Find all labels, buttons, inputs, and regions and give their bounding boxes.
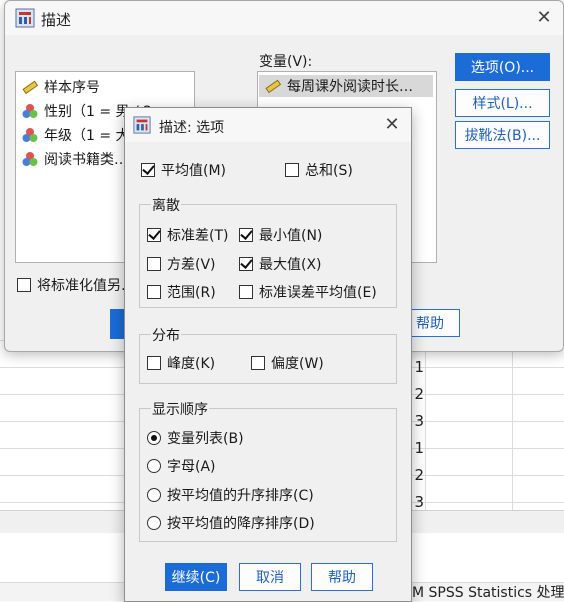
dialog-title: 描述: 选项 [159,120,225,136]
options-dialog: 描述: 选项 ✕ 平均值(M) 总和(S) 离散 标准差(T) 最小值(N) 方… [124,107,412,602]
order-descending-mean-radio-row[interactable]: 按平均值的降序排序(D) [147,513,315,533]
order-variable-list-radio[interactable] [147,431,161,445]
radio-label: 字母(A) [167,459,216,475]
std-checkbox-row[interactable]: 标准差(T) [147,225,228,245]
target-list-label: 变量(V): [259,54,313,70]
order-descending-mean-radio[interactable] [147,516,161,530]
nominal-icon [22,128,38,142]
sum-checkbox-row[interactable]: 总和(S) [285,160,353,180]
style-button[interactable]: 样式(L)... [455,89,550,117]
skewness-label: 偏度(W) [271,356,324,372]
grid-column-line [512,340,513,510]
nominal-icon [22,152,38,166]
skewness-checkbox-row[interactable]: 偏度(W) [251,353,324,373]
mean-checkbox[interactable] [141,163,155,177]
range-checkbox[interactable] [147,285,161,299]
kurtosis-checkbox-row[interactable]: 峰度(K) [147,353,215,373]
min-checkbox-row[interactable]: 最小值(N) [239,225,322,245]
bootstrap-button[interactable]: 拔靴法(B)... [455,121,550,149]
max-checkbox[interactable] [239,257,253,271]
group-title: 显示顺序 [151,399,209,419]
spss-dialog-icon [133,116,151,134]
max-label: 最大值(X) [259,257,322,273]
list-item[interactable]: 每周课外阅读时长… [259,75,433,97]
standardize-checkbox-row[interactable]: 将标准化值另… [17,275,135,295]
order-variable-list-radio-row[interactable]: 变量列表(B) [147,428,244,448]
min-checkbox[interactable] [239,228,253,242]
list-item[interactable]: 阅读书籍类… [22,148,128,170]
close-icon[interactable]: ✕ [381,114,403,136]
mean-label: 平均值(M) [161,163,227,179]
options-button[interactable]: 选项(O)... [455,53,550,81]
variance-label: 方差(V) [167,257,216,273]
group-title: 离散 [151,195,181,215]
standardize-label: 将标准化值另… [37,278,135,294]
group-title: 分布 [151,325,181,345]
help-button[interactable]: 帮助 [311,563,373,591]
variance-checkbox[interactable] [147,257,161,271]
standardize-checkbox[interactable] [17,278,31,292]
se-mean-checkbox[interactable] [239,285,253,299]
grid-column-line [425,340,426,510]
variance-checkbox-row[interactable]: 方差(V) [147,254,216,274]
list-item[interactable]: 样本序号 [22,76,100,98]
range-label: 范围(R) [167,285,216,301]
dialog-titlebar: 描述: 选项 ✕ [125,108,411,142]
order-alphabetic-radio[interactable] [147,459,161,473]
kurtosis-label: 峰度(K) [167,356,216,372]
kurtosis-checkbox[interactable] [147,356,161,370]
order-ascending-mean-radio-row[interactable]: 按平均值的升序排序(C) [147,485,314,505]
std-label: 标准差(T) [167,228,229,244]
spss-dialog-icon [15,8,35,28]
sum-label: 总和(S) [305,163,353,179]
dialog-title: 描述 [41,11,72,29]
ruler-icon [265,79,281,94]
continue-button[interactable]: 继续(C) [165,563,227,591]
close-icon[interactable]: ✕ [533,7,555,29]
order-alphabetic-radio-row[interactable]: 字母(A) [147,456,216,476]
nominal-icon [22,104,38,118]
se-mean-label: 标准误差平均值(E) [259,285,377,301]
max-checkbox-row[interactable]: 最大值(X) [239,254,322,274]
min-label: 最小值(N) [259,228,323,244]
skewness-checkbox[interactable] [251,356,265,370]
cancel-button[interactable]: 取消 [239,563,301,591]
dialog-titlebar: 描述 ✕ [5,1,563,35]
radio-label: 按平均值的降序排序(D) [167,516,315,532]
se-mean-checkbox-row[interactable]: 标准误差平均值(E) [239,282,377,302]
radio-label: 变量列表(B) [167,431,244,447]
range-checkbox-row[interactable]: 范围(R) [147,282,216,302]
mean-checkbox-row[interactable]: 平均值(M) [141,160,226,180]
variable-label: 阅读书籍类… [44,152,128,168]
radio-label: 按平均值的升序排序(C) [167,488,314,504]
std-checkbox[interactable] [147,228,161,242]
order-ascending-mean-radio[interactable] [147,488,161,502]
ruler-icon [22,80,38,95]
status-text: M SPSS Statistics 处理 [412,585,564,601]
sum-checkbox[interactable] [285,163,299,177]
variable-label: 每周课外阅读时长… [287,79,413,95]
variable-label: 样本序号 [44,80,100,96]
